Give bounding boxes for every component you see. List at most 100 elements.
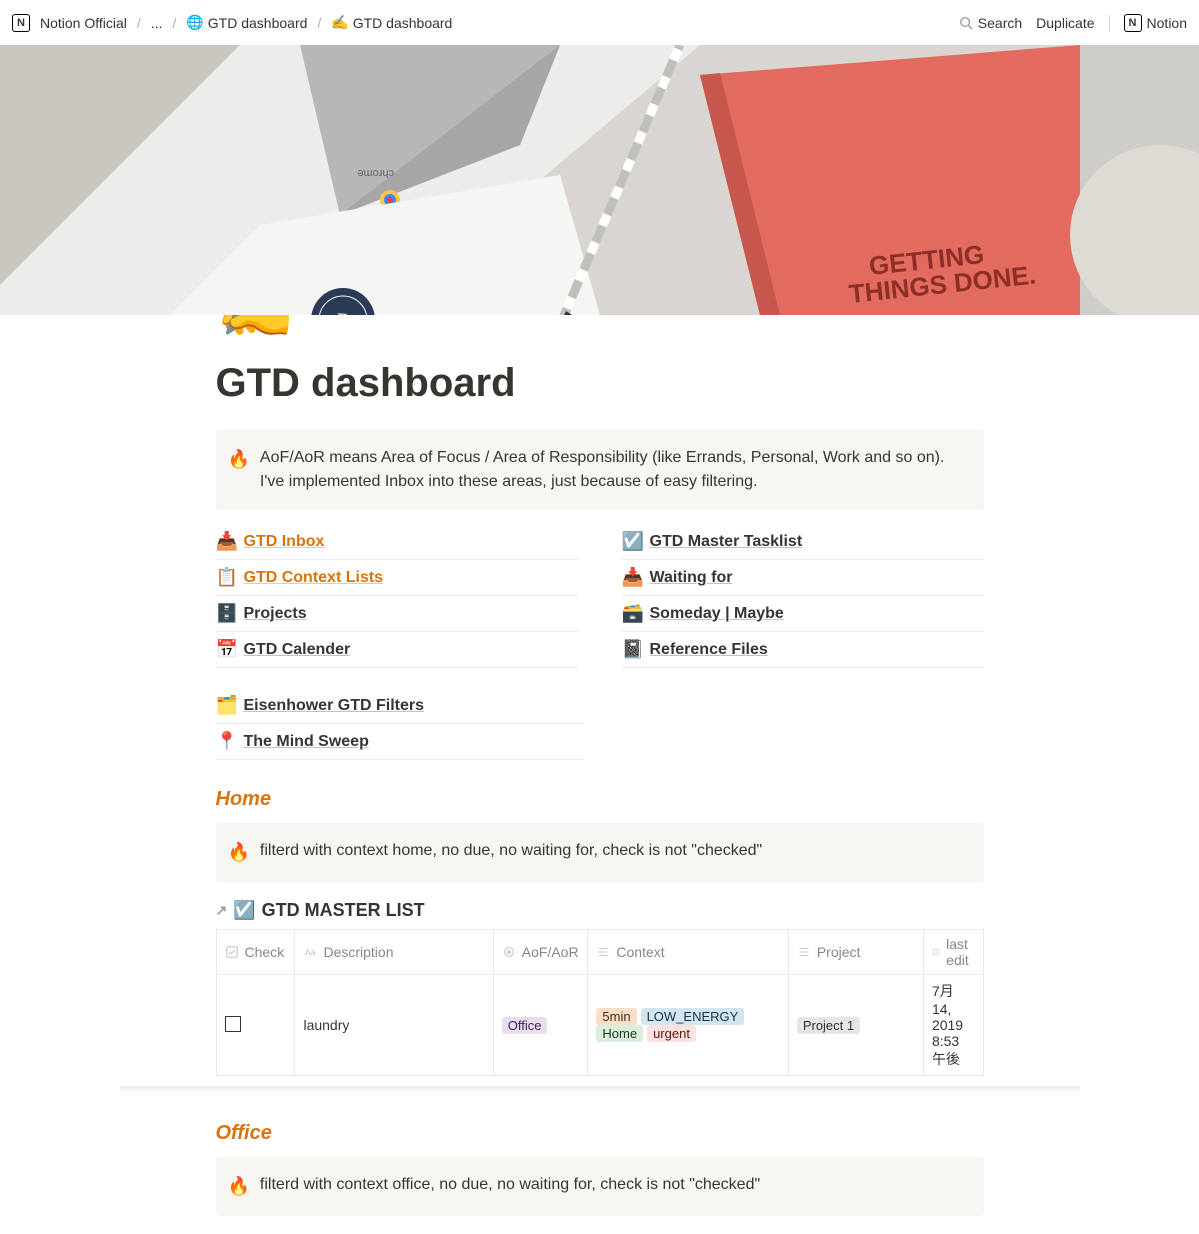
tag-5min: 5min [596, 1008, 636, 1025]
col-lastedit[interactable]: last edit [923, 930, 983, 975]
breadcrumb-separator: / [317, 15, 321, 31]
fire-icon: 🔥 [228, 446, 250, 494]
clipboard-icon: 📋 [216, 567, 236, 588]
table-row[interactable]: laundry Office 5minLOW_ENERGYHomeurgent … [216, 975, 983, 1076]
divider [216, 759, 585, 760]
breadcrumb-current-label: GTD dashboard [353, 15, 453, 31]
pin-icon: 📍 [216, 731, 236, 752]
cell-context[interactable]: 5min LOW_ENERGYHomeurgent [588, 975, 788, 1076]
divider [216, 667, 578, 668]
link-label: GTD Context Lists [244, 569, 384, 587]
col-label: AoF/AoR [522, 944, 579, 960]
checkbox[interactable] [225, 1016, 241, 1032]
col-check[interactable]: Check [216, 930, 295, 975]
cell-project[interactable]: Project 1 [788, 975, 923, 1076]
link-waiting-for[interactable]: 📥 Waiting for [622, 564, 984, 591]
col-description[interactable]: Aa Description [295, 930, 493, 975]
time-column-icon [932, 945, 940, 959]
link-label: Projects [244, 605, 307, 623]
link-label: GTD Inbox [244, 533, 325, 551]
col-label: last edit [946, 936, 974, 968]
link-projects[interactable]: 🗄️ Projects [216, 600, 578, 627]
link-label: The Mind Sweep [244, 733, 369, 751]
divider [622, 631, 984, 632]
notion-label: Notion [1147, 15, 1187, 31]
notion-logo-icon: N [1124, 14, 1142, 32]
link-reference[interactable]: 📓Reference Files [622, 636, 984, 663]
drawer-icon: 🗄️ [216, 603, 236, 624]
link-label: GTD Master Tasklist [650, 533, 803, 551]
search-label: Search [978, 15, 1022, 31]
callout-text: filterd with context home, no due, no wa… [260, 839, 762, 866]
col-aof[interactable]: AoF/AoR [493, 930, 588, 975]
link-eisenhower[interactable]: 🗂️Eisenhower GTD Filters [216, 692, 585, 719]
breadcrumb-workspace[interactable]: Notion Official [36, 13, 131, 33]
linked-db-header[interactable]: ↗ ☑️ GTD MASTER LIST [216, 900, 984, 921]
link-master-tasklist[interactable]: ☑️GTD Master Tasklist [622, 528, 984, 555]
link-gtd-inbox[interactable]: 📥 GTD Inbox [216, 528, 578, 555]
breadcrumb-separator: / [172, 15, 176, 31]
breadcrumb-parent[interactable]: 🌐 GTD dashboard [182, 12, 311, 33]
col-project[interactable]: Project [788, 930, 923, 975]
notebook-icon: 📓 [622, 639, 642, 660]
divider [622, 595, 984, 596]
tag-low-energy: LOW_ENERGY [641, 1008, 745, 1025]
file-box-icon: 🗃️ [622, 603, 642, 624]
col-label: Description [323, 944, 393, 960]
col-label: Context [616, 944, 664, 960]
divider [622, 667, 984, 668]
link-arrow-icon: ↗ [216, 902, 228, 919]
tag-home: Home [596, 1025, 643, 1042]
page-cover: chrome P GETTING THINGS DONE. [0, 45, 1199, 315]
writing-hand-icon: ✍️ [331, 14, 348, 31]
divider [216, 631, 578, 632]
notion-logo-icon: N [12, 14, 30, 32]
master-list-table: Check Aa Description AoF/AoR Context Proj… [216, 929, 984, 1076]
intro-callout: 🔥 AoF/AoR means Area of Focus / Area of … [216, 430, 984, 510]
duplicate-button[interactable]: Duplicate [1036, 15, 1094, 31]
link-label: Waiting for [650, 569, 733, 587]
col-context[interactable]: Context [588, 930, 788, 975]
tag-project: Project 1 [797, 1017, 860, 1034]
checkbox-icon: ☑️ [233, 900, 255, 921]
link-context-lists[interactable]: 📋 GTD Context Lists [216, 564, 578, 591]
multiselect-column-icon [797, 945, 811, 959]
link-calendar[interactable]: 📅 GTD Calender [216, 636, 578, 663]
cell-description[interactable]: laundry [295, 975, 493, 1076]
breadcrumb-ellipsis[interactable]: ... [147, 13, 167, 33]
folder-icon: 🗂️ [216, 695, 236, 716]
svg-text:P: P [337, 308, 349, 315]
link-someday[interactable]: 🗃️ Someday | Maybe [622, 600, 984, 627]
title-column-icon: Aa [303, 945, 317, 959]
fire-icon: 🔥 [228, 839, 250, 866]
divider [216, 595, 578, 596]
scroll-shadow [120, 1086, 1080, 1094]
svg-text:Aa: Aa [305, 948, 316, 958]
inbox-icon: 📥 [622, 567, 642, 588]
globe-icon: 🌐 [186, 14, 203, 31]
link-label: Someday | Maybe [650, 605, 784, 623]
link-column-left: 📥 GTD Inbox 📋 GTD Context Lists 🗄️ Projects… [216, 528, 578, 672]
fire-icon: 🔥 [228, 1173, 250, 1200]
notion-link[interactable]: N Notion [1124, 14, 1187, 32]
breadcrumb: N Notion Official / ... / 🌐 GTD dashboar… [12, 12, 456, 33]
search-button[interactable]: Search [959, 15, 1022, 31]
breadcrumb-current[interactable]: ✍️ GTD dashboard [327, 12, 456, 33]
divider [216, 559, 578, 560]
col-label: Check [245, 944, 285, 960]
link-mind-sweep[interactable]: 📍 The Mind Sweep [216, 728, 585, 755]
page-title[interactable]: GTD dashboard [216, 361, 984, 406]
section-office-heading: Office [216, 1122, 984, 1145]
link-label: GTD Calender [244, 641, 351, 659]
db-title: GTD MASTER LIST [262, 900, 425, 921]
inbox-icon: 📥 [216, 531, 236, 552]
divider [622, 559, 984, 560]
section-home-heading: Home [216, 788, 984, 811]
cell-check[interactable] [216, 975, 295, 1076]
col-label: Project [817, 944, 861, 960]
cell-lastedit[interactable]: 7月 14, 2019 8:53 午後 [923, 975, 983, 1076]
calendar-icon: 📅 [216, 639, 236, 660]
home-callout: 🔥 filterd with context home, no due, no … [216, 823, 984, 882]
tag-urgent: urgent [647, 1025, 696, 1042]
cell-aof[interactable]: Office [493, 975, 588, 1076]
